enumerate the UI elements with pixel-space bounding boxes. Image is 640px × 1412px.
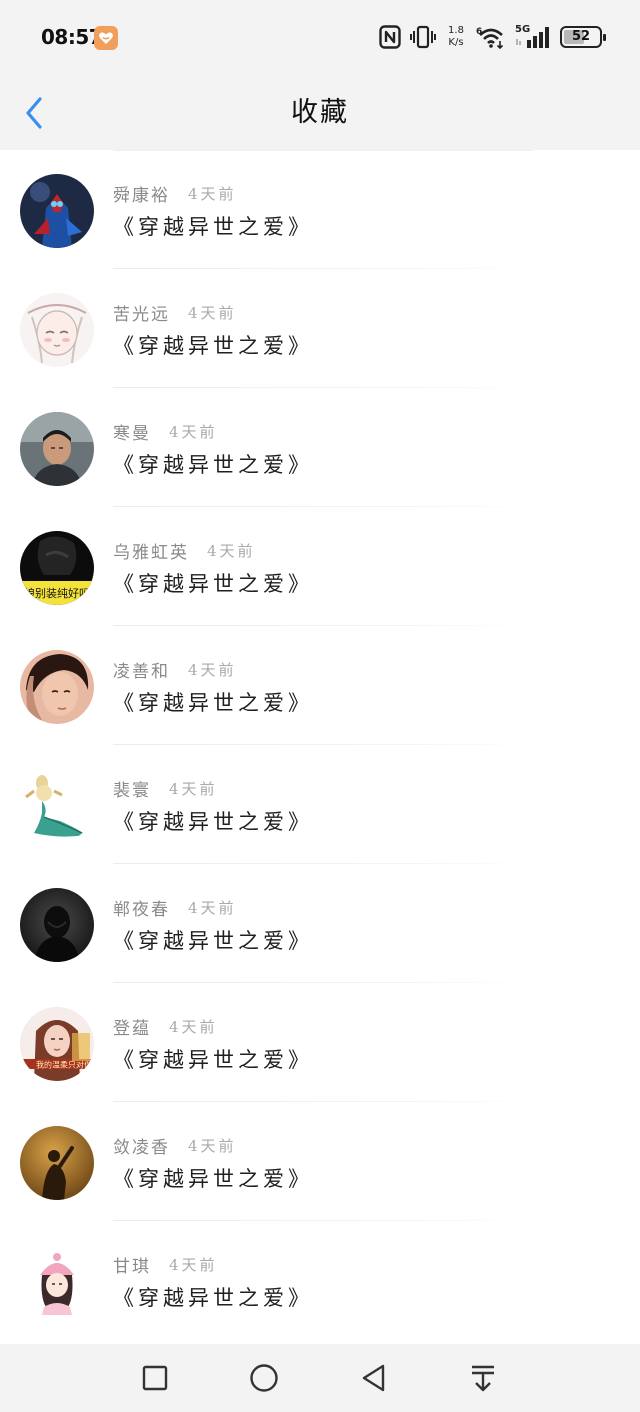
item-meta: 郸夜春 4天前 <box>113 894 237 920</box>
avatar <box>20 769 94 843</box>
item-meta: 舜康裕 4天前 <box>113 180 237 206</box>
user-name: 凌善和 <box>113 661 170 682</box>
status-icons: 1.8 K/s 6 5G 52 <box>379 22 606 52</box>
recents-square-icon <box>142 1365 168 1391</box>
item-time: 4天前 <box>188 660 237 679</box>
back-triangle-icon <box>362 1364 385 1392</box>
avatar <box>20 293 94 367</box>
book-title: 《穿越异世之爱》 <box>113 691 313 715</box>
book-title: 《穿越异世之爱》 <box>113 215 313 239</box>
user-name: 寒曼 <box>113 423 151 444</box>
list-item[interactable]: 凌善和 4天前 《穿越异世之爱》 <box>0 626 640 745</box>
network-speed: 1.8 K/s <box>445 25 467 49</box>
speed-unit: K/s <box>448 37 464 48</box>
avatar: 娘别装纯好吗 <box>20 531 94 605</box>
list-item[interactable]: 娘别装纯好吗 乌雅虹英 4天前 《穿越异世之爱》 <box>0 507 640 626</box>
avatar <box>20 650 94 724</box>
item-time: 4天前 <box>169 1255 218 1274</box>
user-name: 甘琪 <box>113 1256 151 1277</box>
home-button[interactable] <box>246 1360 282 1396</box>
header: 收藏 <box>0 76 640 148</box>
status-bar: 08:57 1.8 K/s 6 5G 52 <box>0 0 640 76</box>
list-item[interactable]: 舜康裕 4天前 《穿越异世之爱》 <box>0 150 640 269</box>
book-title: 《穿越异世之爱》 <box>113 929 313 953</box>
item-meta: 登蕴 4天前 <box>113 1013 218 1039</box>
user-name: 登蕴 <box>113 1018 151 1039</box>
item-meta: 苦光远 4天前 <box>113 299 237 325</box>
list-item[interactable]: 甘琪 4天前 《穿越异世之爱》 <box>0 1221 640 1340</box>
user-name: 乌雅虹英 <box>113 542 189 563</box>
item-time: 4天前 <box>188 898 237 917</box>
user-name: 舜康裕 <box>113 185 170 206</box>
item-time: 4天前 <box>169 422 218 441</box>
avatar-caption: 娘别装纯好吗 <box>24 586 90 600</box>
recents-button[interactable] <box>137 1360 173 1396</box>
item-time: 4天前 <box>169 779 218 798</box>
item-time: 4天前 <box>169 1017 218 1036</box>
user-name: 敛凌香 <box>113 1137 170 1158</box>
favorites-list: 舜康裕 4天前 《穿越异世之爱》 苦光远 4天前 《穿越异世之爱》 寒曼 4天前… <box>0 150 640 1344</box>
item-time: 4天前 <box>188 1136 237 1155</box>
book-title: 《穿越异世之爱》 <box>113 572 313 596</box>
list-item[interactable]: 郸夜春 4天前 《穿越异世之爱》 <box>0 864 640 983</box>
book-title: 《穿越异世之爱》 <box>113 1167 313 1191</box>
navigation-bar <box>0 1344 640 1412</box>
item-time: 4天前 <box>207 541 256 560</box>
list-item[interactable]: 寒曼 4天前 《穿越异世之爱》 <box>0 388 640 507</box>
notification-pull-down-icon <box>472 1365 494 1392</box>
item-meta: 甘琪 4天前 <box>113 1251 218 1277</box>
user-name: 郸夜春 <box>113 899 170 920</box>
home-circle-icon <box>250 1364 278 1392</box>
app-notification-icon <box>94 26 118 50</box>
notification-button[interactable] <box>465 1360 501 1396</box>
item-time: 4天前 <box>188 303 237 322</box>
speed-value: 1.8 <box>448 25 464 36</box>
list-item[interactable]: 裴寰 4天前 《穿越异世之爱》 <box>0 745 640 864</box>
user-name: 裴寰 <box>113 780 151 801</box>
avatar <box>20 174 94 248</box>
user-name: 苦光远 <box>113 304 170 325</box>
book-title: 《穿越异世之爱》 <box>113 334 313 358</box>
signal-icon: 5G <box>515 24 551 49</box>
nfc-icon <box>379 25 401 49</box>
back-nav-button[interactable] <box>356 1360 392 1396</box>
list-item[interactable]: 敛凌香 4天前 《穿越异世之爱》 <box>0 1102 640 1221</box>
status-time: 08:57 <box>41 25 103 49</box>
wifi-icon: 6 <box>476 27 504 49</box>
item-meta: 凌善和 4天前 <box>113 656 237 682</box>
book-title: 《穿越异世之爱》 <box>113 1286 313 1310</box>
avatar <box>20 1245 94 1319</box>
list-item[interactable]: 我的温柔只对你 登蕴 4天前 《穿越异世之爱》 <box>0 983 640 1102</box>
item-meta: 寒曼 4天前 <box>113 418 218 444</box>
vibrate-icon <box>410 25 436 49</box>
page-title: 收藏 <box>291 97 349 128</box>
avatar <box>20 1126 94 1200</box>
avatar <box>20 412 94 486</box>
book-title: 《穿越异世之爱》 <box>113 453 313 477</box>
battery-percent: 52 <box>571 29 591 44</box>
item-meta: 裴寰 4天前 <box>113 775 218 801</box>
list-item[interactable]: 苦光远 4天前 《穿越异世之爱》 <box>0 269 640 388</box>
item-meta: 敛凌香 4天前 <box>113 1132 237 1158</box>
item-meta: 乌雅虹英 4天前 <box>113 537 256 563</box>
book-title: 《穿越异世之爱》 <box>113 810 313 834</box>
item-time: 4天前 <box>188 184 237 203</box>
battery-icon: 52 <box>560 26 606 48</box>
book-title: 《穿越异世之爱》 <box>113 1048 313 1072</box>
avatar: 我的温柔只对你 <box>20 1007 94 1081</box>
avatar <box>20 888 94 962</box>
